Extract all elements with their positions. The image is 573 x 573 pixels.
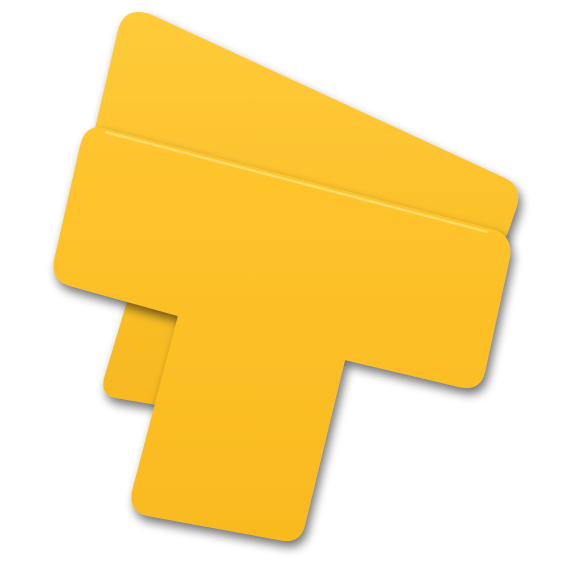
app-icon-canvas bbox=[0, 0, 573, 573]
yellow-t-logo-icon bbox=[53, 12, 519, 541]
